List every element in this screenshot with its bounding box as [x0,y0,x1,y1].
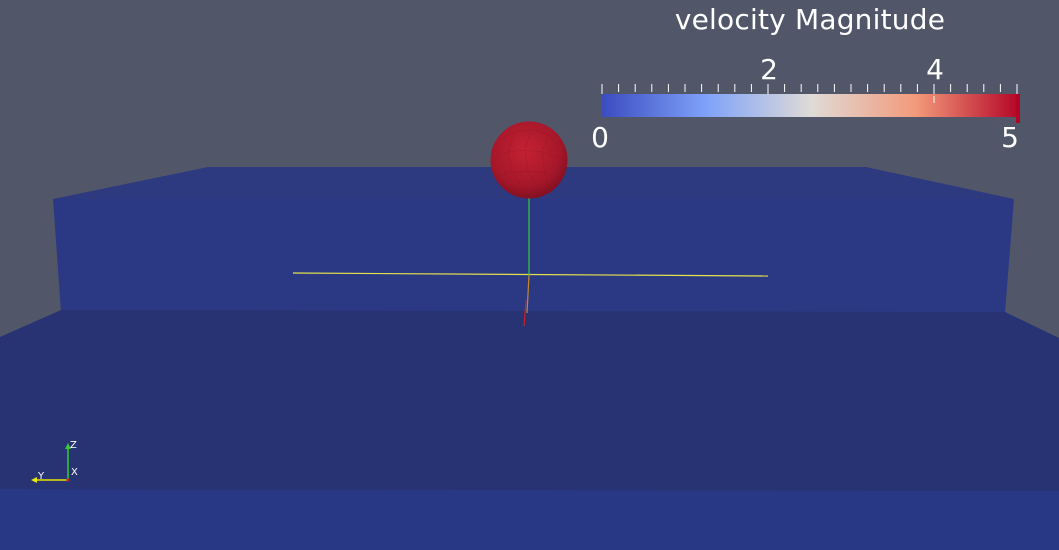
box-front-face [53,199,1014,313]
scalar-bar-label-min: 0 [591,121,609,154]
floor-plane [0,310,1059,492]
orientation-axis-x-label: X [71,467,78,478]
scalar-bar-label-max: 5 [1001,121,1019,154]
scalar-bar-label-4: 4 [926,53,944,86]
scalar-bar-label-2: 2 [760,53,778,86]
sphere-object[interactable] [490,121,568,199]
floor-front-strip [0,489,1059,550]
colorbar-gradient [602,94,1020,117]
scalar-bar [601,84,1020,123]
orientation-axis-z-label: Z [70,440,77,451]
scalar-bar-title: velocity Magnitude [674,3,946,36]
3d-scene[interactable] [0,0,1059,550]
orientation-axis-y-label: Y [38,471,45,482]
render-view[interactable]: velocity Magnitude 2 4 0 5 Z X Y [0,0,1059,550]
